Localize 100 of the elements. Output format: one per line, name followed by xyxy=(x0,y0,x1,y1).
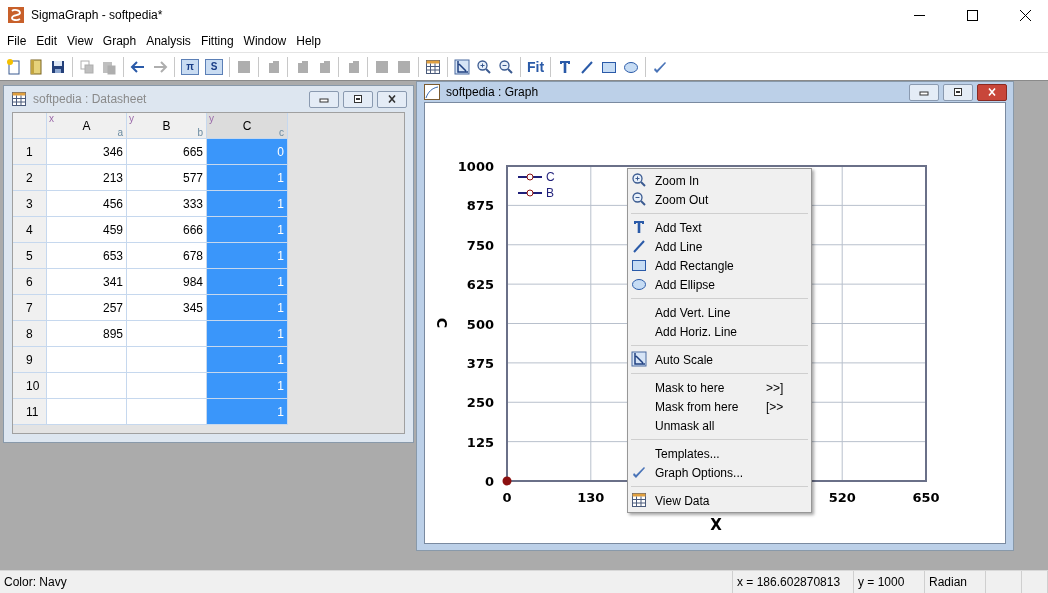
table-icon xyxy=(631,492,647,508)
table-cell: 257 xyxy=(47,295,127,321)
y-tick-label: 625 xyxy=(466,277,494,293)
menu-item[interactable]: Add Text xyxy=(628,218,811,237)
x-axis-title: X xyxy=(710,516,722,534)
menu-item[interactable]: Edit xyxy=(31,34,63,48)
rectangle-icon xyxy=(631,257,647,273)
table-cell: 459 xyxy=(47,217,127,243)
y-tick-label: 500 xyxy=(466,316,494,332)
menu-item[interactable]: Auto Scale xyxy=(628,350,811,369)
zoom-in-icon xyxy=(631,172,647,188)
menu-item[interactable]: Add Horiz. Line xyxy=(628,322,811,341)
restore-icon xyxy=(953,88,963,96)
x-tick-label: 650 xyxy=(912,490,940,505)
y-tick-label: 750 xyxy=(466,237,494,253)
toolbar-button[interactable]: S xyxy=(205,58,223,75)
column-role: y xyxy=(209,113,214,124)
toolbar-button[interactable]: π xyxy=(181,58,199,75)
y-tick-label: 125 xyxy=(466,434,494,450)
close-button[interactable] xyxy=(977,83,1007,101)
table-cell: 1 xyxy=(207,373,288,399)
restore-icon xyxy=(353,95,363,103)
table-cell: 346 xyxy=(47,139,127,165)
table-cell: 345 xyxy=(127,295,207,321)
table-cell: 577 xyxy=(127,165,207,191)
table-icon xyxy=(11,91,27,107)
menu-item[interactable]: Add Vert. Line xyxy=(628,303,811,322)
legend-label: C xyxy=(546,170,555,184)
menu-item[interactable]: Mask from here [>> xyxy=(628,397,811,416)
table-cell: 1 xyxy=(207,399,288,425)
table-cell: 1 xyxy=(207,217,288,243)
column-label: b xyxy=(197,127,203,138)
menu-item[interactable]: File xyxy=(2,34,32,48)
column-name: B xyxy=(162,119,171,133)
y-tick-label: 1000 xyxy=(457,159,494,174)
menu-item[interactable]: Fitting xyxy=(195,34,239,48)
window-title: softpedia : Graph xyxy=(446,85,540,99)
table-cell: 1 xyxy=(207,191,288,217)
y-tick-label: 875 xyxy=(466,198,494,214)
status-text: x = 186.602870813 xyxy=(732,571,854,593)
window-title: softpedia : Datasheet xyxy=(33,92,148,106)
menu-item[interactable]: Graph xyxy=(97,34,142,48)
menu-item[interactable]: Zoom In xyxy=(628,171,811,190)
menu-item[interactable]: Templates... xyxy=(628,444,811,463)
table-cell: 0 xyxy=(207,139,288,165)
menu-item[interactable]: Graph Options... xyxy=(628,463,811,482)
table-cell: 341 xyxy=(47,269,127,295)
restore-button[interactable] xyxy=(943,83,973,101)
check-icon xyxy=(631,464,647,480)
table-cell: 653 xyxy=(47,243,127,269)
table-cell: 1 xyxy=(207,295,288,321)
menu-item[interactable]: Window xyxy=(238,34,292,48)
table-cell: 456 xyxy=(47,191,127,217)
menu-item[interactable]: Mask to here >>] xyxy=(628,378,811,397)
table-cell: 895 xyxy=(47,321,127,347)
app-icon xyxy=(8,7,24,23)
y-tick-label: 375 xyxy=(466,355,494,371)
close-icon xyxy=(987,88,997,96)
x-tick-label: 0 xyxy=(502,490,512,505)
close-icon[interactable] xyxy=(1019,9,1031,21)
menu-item[interactable]: Analysis xyxy=(141,34,196,48)
close-icon xyxy=(387,95,397,103)
table-cell: 678 xyxy=(127,243,207,269)
status-text: y = 1000 xyxy=(854,571,925,593)
menu-item[interactable]: View Data xyxy=(628,491,811,510)
table-cell: 1 xyxy=(207,243,288,269)
menu-item[interactable]: Add Line xyxy=(628,237,811,256)
status-text: Radian xyxy=(925,571,986,593)
table-cell: 665 xyxy=(127,139,207,165)
line-tool-icon xyxy=(631,238,647,254)
column-name: A xyxy=(82,119,91,133)
maximize-icon[interactable] xyxy=(966,9,978,21)
column-role: x xyxy=(49,113,54,124)
column-name: C xyxy=(242,119,252,133)
minimize-icon xyxy=(919,88,929,96)
text-tool-icon xyxy=(631,219,647,235)
status-text: Color: Navy xyxy=(3,574,68,591)
shortcut-text: [>> xyxy=(766,399,784,414)
autoscale-icon xyxy=(631,351,647,367)
data-point xyxy=(502,476,512,486)
menu-item[interactable]: Help xyxy=(291,34,326,48)
table-cell: 984 xyxy=(127,269,207,295)
menu-item[interactable]: Zoom Out xyxy=(628,190,811,209)
table-cell: 1 xyxy=(207,321,288,347)
minimize-icon xyxy=(319,95,329,103)
shortcut-text: >>] xyxy=(766,380,784,395)
toolbar-button[interactable]: Fit xyxy=(524,58,548,75)
x-tick-label: 130 xyxy=(577,490,605,505)
menu-item[interactable]: Unmask all xyxy=(628,416,811,435)
table-cell: 1 xyxy=(207,269,288,295)
window-title: SigmaGraph - softpedia* xyxy=(31,8,164,22)
menu-item[interactable]: Add Rectangle xyxy=(628,256,811,275)
menu-item[interactable]: View xyxy=(62,34,98,48)
table-cell: 1 xyxy=(207,165,288,191)
table-cell: 333 xyxy=(127,191,207,217)
ellipse-icon xyxy=(631,276,647,292)
graph-icon xyxy=(424,84,440,100)
menu-item[interactable]: Add Ellipse xyxy=(628,275,811,294)
table-cell: 1 xyxy=(207,347,288,373)
zoom-out-icon xyxy=(631,191,647,207)
